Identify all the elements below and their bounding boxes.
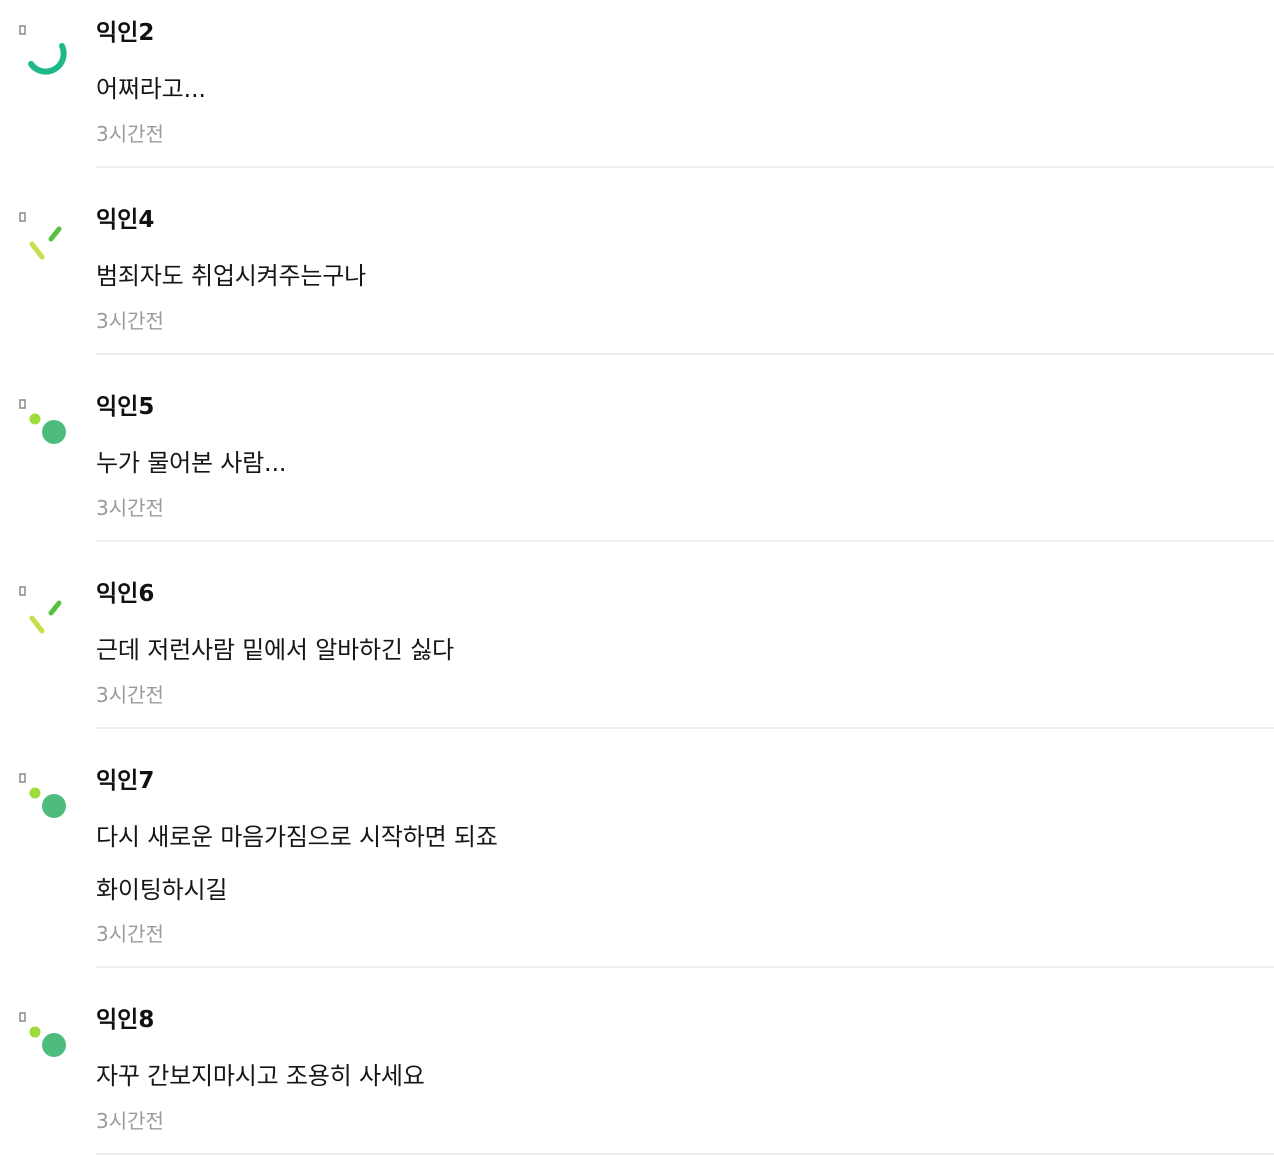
comment-timestamp: 3시간전: [96, 922, 164, 946]
comment-divider: [96, 166, 1274, 168]
comment-item: 익인6 근데 저런사람 밑에서 알바하긴 싫다 3시간전: [0, 561, 1274, 729]
dots-avatar-icon[interactable]: [18, 772, 70, 824]
comment-text-line: 누가 물어본 사람...: [96, 449, 287, 477]
comment-item: 익인7 다시 새로운 마음가짐으로 시작하면 되죠 화이팅하시길 3시간전: [0, 748, 1274, 968]
comment-text-line: 자꾸 간보지마시고 조용히 사세요: [96, 1062, 425, 1090]
comment-timestamp: 3시간전: [96, 496, 164, 520]
comment-text-line: 어쩌라고...: [96, 75, 206, 103]
comment-author[interactable]: 익인8: [96, 1005, 154, 1035]
comment-text-line: 범죄자도 취업시켜주는구나: [96, 262, 366, 290]
comment-timestamp: 3시간전: [96, 122, 164, 146]
comment-text-line: 화이팅하시길: [96, 876, 228, 904]
comment-text: 다시 새로운 마음가짐으로 시작하면 되죠 화이팅하시길: [96, 811, 498, 917]
comment-divider: [96, 353, 1274, 355]
comment-text: 근데 저런사람 밑에서 알바하긴 싫다: [96, 624, 454, 677]
comment-timestamp: 3시간전: [96, 683, 164, 707]
comment-divider: [96, 1153, 1274, 1155]
comment-author[interactable]: 익인5: [96, 392, 154, 422]
comment-item: 익인5 누가 물어본 사람... 3시간전: [0, 374, 1274, 542]
comment-text-line: 근데 저런사람 밑에서 알바하긴 싫다: [96, 636, 454, 664]
slashes-avatar-icon[interactable]: [18, 585, 70, 637]
dots-avatar-icon[interactable]: [18, 398, 70, 450]
comment-timestamp: 3시간전: [96, 309, 164, 333]
comment-author[interactable]: 익인2: [96, 18, 154, 48]
comment-author[interactable]: 익인6: [96, 579, 154, 609]
comment-item: 익인8 자꾸 간보지마시고 조용히 사세요 3시간전: [0, 987, 1274, 1155]
arc-avatar-icon[interactable]: [18, 24, 70, 76]
comment-divider: [96, 966, 1274, 968]
comment-author[interactable]: 익인7: [96, 766, 154, 796]
comment-text: 누가 물어본 사람...: [96, 437, 287, 490]
comment-item: 익인4 범죄자도 취업시켜주는구나 3시간전: [0, 187, 1274, 355]
comment-item: 익인2 어쩌라고... 3시간전: [0, 0, 1274, 168]
comment-text: 자꾸 간보지마시고 조용히 사세요: [96, 1050, 425, 1103]
comment-divider: [96, 540, 1274, 542]
comment-text: 어쩌라고...: [96, 63, 206, 116]
dots-avatar-icon[interactable]: [18, 1011, 70, 1063]
comment-divider: [96, 727, 1274, 729]
comment-text: 범죄자도 취업시켜주는구나: [96, 250, 366, 303]
slashes-avatar-icon[interactable]: [18, 211, 70, 263]
comment-timestamp: 3시간전: [96, 1109, 164, 1133]
comment-author[interactable]: 익인4: [96, 205, 154, 235]
comment-text-line: 다시 새로운 마음가짐으로 시작하면 되죠: [96, 823, 498, 851]
